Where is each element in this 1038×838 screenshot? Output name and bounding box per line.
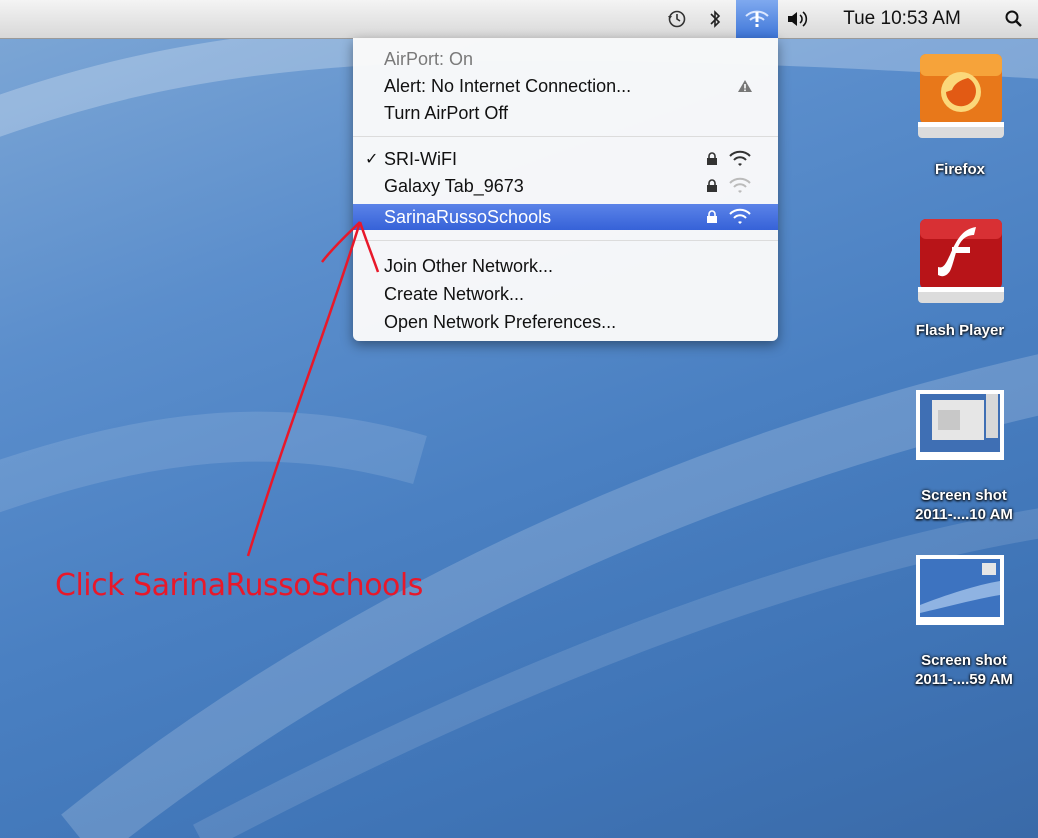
annotation-arrow [246,221,380,557]
annotation-text: Click SarinaRussoSchools [55,568,423,603]
